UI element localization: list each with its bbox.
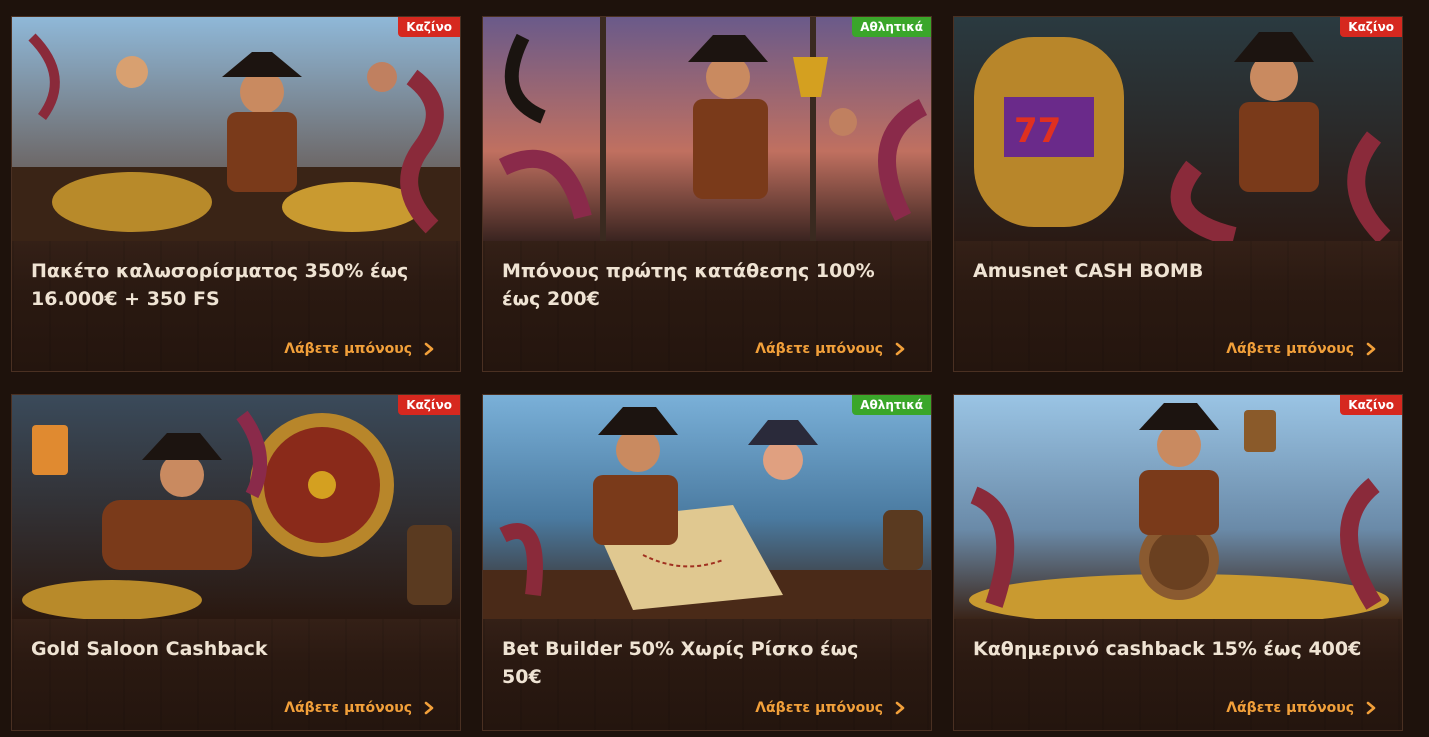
promo-image[interactable]: Αθλητικά [483,17,931,241]
promo-card[interactable]: Καζίνο Gold Saloon Cashback Λάβετε μπόνο… [11,394,461,731]
promo-body: Bet Builder 50% Χωρίς Ρίσκο έως 50€ Λάβε… [483,619,931,730]
category-badge: Αθλητικά [852,395,931,415]
promo-card[interactable]: Αθλητικά Μπόνους πρώτης κατάθεσης 100% έ… [482,16,932,372]
promo-title: Amusnet CASH BOMB [973,260,1204,282]
promo-title: Πακέτο καλωσορίσματος 350% έως 16.000€ +… [31,260,409,310]
chevron-right-icon [1366,701,1376,715]
chevron-right-icon [424,342,434,356]
promo-card[interactable]: 77 Καζίνο Amusnet CASH BOMB Λάβετε μπόνο… [953,16,1403,372]
promo-body: Καθημερινό cashback 15% έως 400€ Λάβετε … [954,619,1402,730]
get-bonus-link[interactable]: Λάβετε μπόνους [284,700,436,716]
promo-body: Gold Saloon Cashback Λάβετε μπόνους [12,619,460,730]
promo-title: Gold Saloon Cashback [31,638,268,660]
chevron-right-icon [1366,342,1376,356]
promo-image[interactable]: Αθλητικά [483,395,931,619]
get-bonus-link[interactable]: Λάβετε μπόνους [755,341,907,357]
promo-body: Amusnet CASH BOMB Λάβετε μπόνους [954,241,1402,371]
promo-image[interactable]: Καζίνο [954,395,1402,619]
promo-title: Μπόνους πρώτης κατάθεσης 100% έως 200€ [502,260,875,310]
get-bonus-link[interactable]: Λάβετε μπόνους [1226,700,1378,716]
promo-card[interactable]: Καζίνο Πακέτο καλωσορίσματος 350% έως 16… [11,16,461,372]
get-bonus-link[interactable]: Λάβετε μπόνους [1226,341,1378,357]
category-badge: Καζίνο [398,17,460,37]
promo-title: Καθημερινό cashback 15% έως 400€ [973,638,1362,660]
promo-card[interactable]: Αθλητικά Bet Builder 50% Χωρίς Ρίσκο έως… [482,394,932,731]
get-bonus-link[interactable]: Λάβετε μπόνους [755,700,907,716]
get-bonus-label: Λάβετε μπόνους [1226,700,1354,716]
get-bonus-label: Λάβετε μπόνους [755,700,883,716]
get-bonus-link[interactable]: Λάβετε μπόνους [284,341,436,357]
promotions-grid: Καζίνο Πακέτο καλωσορίσματος 350% έως 16… [0,0,1429,737]
promo-card[interactable]: Καζίνο Καθημερινό cashback 15% έως 400€ … [953,394,1403,731]
promo-title: Bet Builder 50% Χωρίς Ρίσκο έως 50€ [502,638,859,688]
promo-body: Πακέτο καλωσορίσματος 350% έως 16.000€ +… [12,241,460,371]
promo-image[interactable]: Καζίνο [12,395,460,619]
category-badge: Καζίνο [1340,395,1402,415]
promo-image[interactable]: 77 Καζίνο [954,17,1402,241]
category-badge: Καζίνο [1340,17,1402,37]
get-bonus-label: Λάβετε μπόνους [284,700,412,716]
get-bonus-label: Λάβετε μπόνους [284,341,412,357]
chevron-right-icon [895,342,905,356]
promo-image[interactable]: Καζίνο [12,17,460,241]
promo-body: Μπόνους πρώτης κατάθεσης 100% έως 200€ Λ… [483,241,931,371]
chevron-right-icon [895,701,905,715]
get-bonus-label: Λάβετε μπόνους [1226,341,1354,357]
get-bonus-label: Λάβετε μπόνους [755,341,883,357]
svg-text:77: 77 [1014,111,1061,151]
category-badge: Αθλητικά [852,17,931,37]
category-badge: Καζίνο [398,395,460,415]
chevron-right-icon [424,701,434,715]
